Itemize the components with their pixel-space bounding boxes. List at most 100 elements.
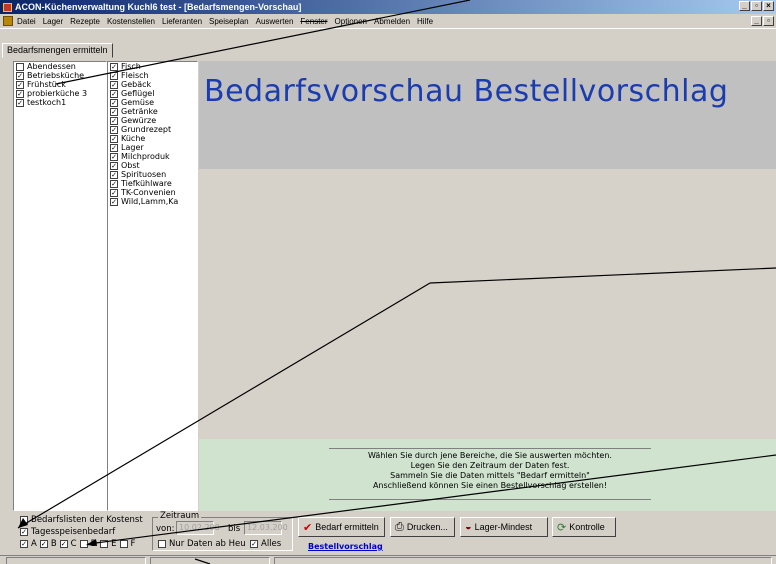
kitchen-item[interactable]: ✓ Frühstück <box>14 80 106 89</box>
menu-auswerten[interactable]: Auswerten <box>256 17 294 26</box>
close-button[interactable]: × <box>763 1 774 11</box>
checkbox[interactable]: ✓ <box>16 89 24 98</box>
mdi-minimize-button[interactable]: _ <box>751 16 762 26</box>
checkbox[interactable]: ✓ <box>16 98 24 107</box>
bis-label: bis <box>228 524 241 534</box>
menu-hilfe[interactable]: Hilfe <box>417 17 433 26</box>
kitchen-list[interactable]: Abendessen ✓ Betriebsküche ✓ Frühstück ✓ pr… <box>13 61 107 511</box>
info-band: Wählen Sie durch jene Bereiche, die Sie … <box>199 439 776 511</box>
category-item[interactable]: ✓ Geflügel <box>108 89 197 98</box>
category-item[interactable]: ✓ Obst <box>108 161 197 170</box>
checkbox[interactable]: ✓ <box>110 89 118 98</box>
checkbox-f[interactable] <box>119 540 128 548</box>
category-item[interactable]: ✓ Gemüse <box>108 98 197 107</box>
checkbox[interactable]: ✓ <box>110 71 118 80</box>
checkbox[interactable]: ✓ <box>110 116 118 125</box>
checkbox[interactable]: ✓ <box>110 197 118 206</box>
lager-mindest-button[interactable]: ◒ Lager-Mindest <box>460 517 548 537</box>
checkbox[interactable]: ✓ <box>110 98 118 107</box>
mdi-restore-button[interactable]: ▫ <box>763 16 774 26</box>
bottom-controls: Bedarfslisten der Kostenst ✓ Tagesspeisen… <box>0 511 776 554</box>
kitchen-item[interactable]: ✓ probierküche 3 <box>14 89 106 98</box>
kitchen-item[interactable]: Abendessen <box>14 62 106 71</box>
checkbox[interactable]: ✓ <box>110 80 118 89</box>
maximize-button[interactable]: ▫ <box>751 1 762 11</box>
checkbox[interactable] <box>20 516 28 524</box>
checkbox[interactable]: ✓ <box>16 80 24 89</box>
menu-kostenstellen[interactable]: Kostenstellen <box>107 17 155 26</box>
tab-strip: Bedarfsmengen ermitteln <box>0 28 776 58</box>
menu-optionen[interactable]: Optionen <box>335 17 367 26</box>
window-controls: _ ▫ × <box>739 1 774 11</box>
category-item[interactable]: ✓ Fleisch <box>108 71 197 80</box>
category-item[interactable]: ✓ TK-Convenien <box>108 188 197 197</box>
bestellvorschlag-link[interactable]: Bestellvorschlag <box>308 542 383 551</box>
category-item[interactable]: ✓ Gebäck <box>108 80 197 89</box>
checkbox-a[interactable]: ✓ <box>20 540 28 548</box>
status-bar <box>0 555 776 564</box>
von-date-input[interactable]: 10.02.200 <box>176 521 220 535</box>
menu-rezepte[interactable]: Rezepte <box>70 17 100 26</box>
checkbox-d[interactable] <box>79 540 88 548</box>
checkbox[interactable]: ✓ <box>110 107 118 116</box>
menu-datei[interactable]: Datei <box>17 17 36 26</box>
checkbox[interactable]: ✓ <box>110 161 118 170</box>
category-item[interactable]: ✓ Milchproduk <box>108 152 197 161</box>
window-title: ACON-Küchenverwaltung Kuchl6 test - [Bed… <box>15 2 302 12</box>
checkbox[interactable]: ✓ <box>110 188 118 197</box>
abc-checkboxes: ✓ A ✓ B ✓ C D E F <box>20 539 136 549</box>
category-item[interactable]: ✓ Spirituosen <box>108 170 197 179</box>
instruction-line: Sammeln Sie die Daten mittels "Bedarf er… <box>390 471 590 480</box>
minimize-button[interactable]: _ <box>739 1 750 11</box>
nur-daten-checkbox[interactable]: Nur Daten ab Heu <box>158 539 246 549</box>
checkbox[interactable]: ✓ <box>16 71 24 80</box>
category-item[interactable]: ✓ Getränke <box>108 107 197 116</box>
category-item[interactable]: ✓ Wild,Lamm,Ka <box>108 197 197 206</box>
drucken-button[interactable]: ⎙ Drucken... <box>390 517 455 537</box>
checkbox[interactable]: ✓ <box>110 125 118 134</box>
bedarfslisten-checkbox[interactable]: Bedarfslisten der Kostenst <box>20 515 143 525</box>
category-item[interactable]: ✓ Gewürze <box>108 116 197 125</box>
category-list[interactable]: ✓ Fisch ✓ Fleisch ✓ Gebäck ✓ Geflügel ✓ Gemüs… <box>107 61 198 511</box>
checkbox-b[interactable]: ✓ <box>39 540 48 548</box>
kontrolle-button[interactable]: ⟳ Kontrolle <box>552 517 616 537</box>
menu-lager[interactable]: Lager <box>43 17 63 26</box>
tagesspeise-checkbox[interactable]: ✓ Tagesspeisenbedarf <box>20 527 115 537</box>
printer-icon: ⎙ <box>395 520 404 533</box>
checkbox[interactable]: ✓ <box>110 143 118 152</box>
app-icon <box>3 2 12 12</box>
von-label: von: <box>156 524 175 534</box>
kitchen-item[interactable]: ✓ Betriebsküche <box>14 71 106 80</box>
category-item[interactable]: ✓ Grundrezept <box>108 125 197 134</box>
category-item[interactable]: ✓ Fisch <box>108 62 197 71</box>
category-item[interactable]: ✓ Küche <box>108 134 197 143</box>
menu-speiseplan[interactable]: Speiseplan <box>209 17 249 26</box>
bedarf-ermitteln-button[interactable]: ✔ Bedarf ermitteln <box>298 517 385 537</box>
alles-checkbox[interactable]: ✓ Alles <box>250 539 281 549</box>
tab-bedarfsmengen[interactable]: Bedarfsmengen ermitteln <box>2 43 113 58</box>
checkbox[interactable]: ✓ <box>250 540 258 548</box>
instruction-line: Anschließend können Sie einen Bestellvor… <box>372 481 608 490</box>
menu-fenster[interactable]: Fenster <box>300 17 327 26</box>
checkbox[interactable]: ✓ <box>110 170 118 179</box>
checkbox[interactable] <box>16 62 24 71</box>
checkbox-e[interactable] <box>100 540 109 548</box>
checkbox[interactable]: ✓ <box>110 179 118 188</box>
menu-abmelden[interactable]: Abmelden <box>374 17 410 26</box>
status-panel <box>150 557 270 564</box>
category-item[interactable]: ✓ Tiefkühlware <box>108 179 197 188</box>
kitchen-item[interactable]: ✓ testkoch1 <box>14 98 106 107</box>
bis-date-input[interactable]: 12.03.200 <box>244 521 288 535</box>
checkbox[interactable]: ✓ <box>110 62 118 71</box>
status-panel <box>274 557 772 564</box>
checkbox[interactable]: ✓ <box>110 134 118 143</box>
mdi-document-icon[interactable] <box>3 16 13 26</box>
menu-lieferanten[interactable]: Lieferanten <box>162 17 202 26</box>
checkbox[interactable] <box>158 540 166 548</box>
bowl-icon: ◒ <box>465 521 472 533</box>
checkbox[interactable]: ✓ <box>110 152 118 161</box>
category-item[interactable]: ✓ Lager <box>108 143 197 152</box>
checkbox-c[interactable]: ✓ <box>59 540 68 548</box>
instructions-box: Wählen Sie durch jene Bereiche, die Sie … <box>329 448 651 500</box>
checkbox[interactable]: ✓ <box>20 528 28 536</box>
